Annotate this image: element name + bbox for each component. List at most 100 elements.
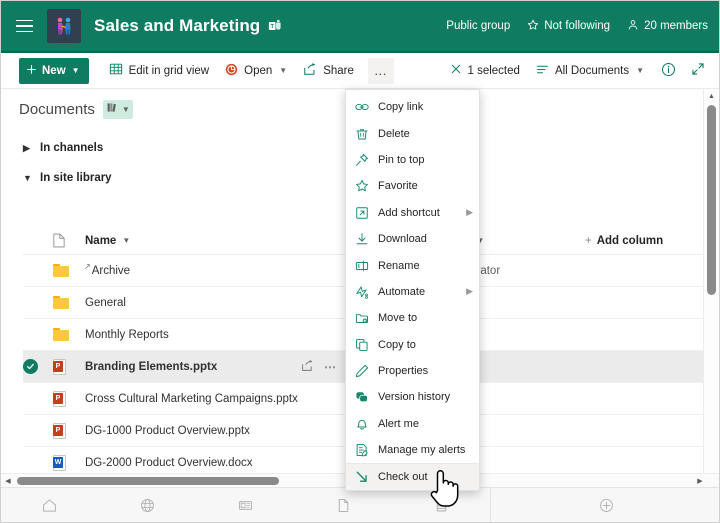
row-file-icon: P [53,359,85,375]
row-name-cell[interactable]: General [85,297,347,309]
site-header: Sales and Marketing T Public group Not f… [1,1,720,51]
version-history-icon [355,390,372,404]
context-menu-item-move-to[interactable]: Move to [346,305,479,331]
page-icon[interactable] [323,490,363,520]
chevron-right-icon: ▶ [23,143,31,154]
bottom-nav-primary-group [1,490,490,520]
add-column-button[interactable]: + Add column [585,235,663,247]
row-checkbox-checked[interactable] [23,359,53,374]
horizontal-scrollbar-thumb[interactable] [17,477,279,485]
context-menu-item-label: Pin to top [378,154,424,166]
context-menu-item-automate[interactable]: Automate ▶ [346,279,479,305]
svg-text:T: T [271,24,275,30]
vertical-scrollbar[interactable]: ▲ ▼ [703,89,718,489]
rename-icon [355,259,372,273]
edit-in-grid-view-label: Edit in grid view [129,65,210,77]
library-switcher-button[interactable]: ▼ [103,100,133,119]
library-books-icon [106,101,119,119]
context-menu-item-label: Properties [378,365,428,377]
column-header-modified-by[interactable]: y ▼ [465,235,585,247]
scroll-left-arrow-icon[interactable]: ◀ [1,474,15,488]
powerpoint-file-icon: P [53,423,66,439]
row-name-label: DG-1000 Product Overview.pptx [85,425,250,437]
automate-flow-icon [355,285,372,299]
context-menu-item-add-shortcut[interactable]: Add shortcut ▶ [346,200,479,226]
row-name-label: Archive [92,265,130,277]
row-name-cell[interactable]: Cross Cultural Marketing Campaigns.pptx [85,393,347,405]
context-menu-item-alert-me[interactable]: Alert me [346,411,479,437]
members-label: 20 members [644,20,708,32]
context-menu-item-label: Rename [378,260,420,272]
row-name-cell[interactable]: Branding Elements.pptx ⋯ [85,359,347,375]
add-column-label: Add column [597,235,663,247]
column-header-file-type[interactable] [53,233,85,248]
group-privacy-label: Public group [446,20,510,32]
site-logo-icon[interactable] [47,9,81,43]
share-icon[interactable] [301,359,314,375]
add-circle-icon[interactable] [586,490,626,520]
row-file-icon: P [53,391,85,407]
members-button[interactable]: 20 members [627,19,708,34]
news-icon[interactable] [225,490,265,520]
copy-icon [355,338,372,352]
context-menu-item-copy-link[interactable]: Copy link [346,94,479,120]
move-to-folder-icon [355,311,372,325]
check-out-arrow-icon [355,470,372,484]
column-header-name-label: Name [85,235,116,247]
selection-count-label: 1 selected [468,65,520,77]
expand-view-button[interactable] [685,57,711,85]
context-menu-item-favorite[interactable]: Favorite [346,173,479,199]
scroll-up-arrow-icon[interactable]: ▲ [704,89,719,103]
context-menu-item-pin-to-top[interactable]: Pin to top [346,147,479,173]
view-selector-button[interactable]: All Documents ▼ [528,57,652,85]
list-icon[interactable] [421,490,461,520]
edit-in-grid-view-button[interactable]: Edit in grid view [101,57,218,85]
row-name-label: DG-2000 Product Overview.docx [85,457,252,469]
globe-icon[interactable] [128,490,168,520]
tree-item-label: In site library [40,172,112,184]
vertical-scrollbar-thumb[interactable] [707,105,716,295]
column-header-name[interactable]: Name ▼ [85,235,347,247]
follow-label: Not following [544,20,610,32]
home-icon[interactable] [30,490,70,520]
open-button[interactable]: Open ▼ [217,57,295,85]
context-menu-item-download[interactable]: Download [346,226,479,252]
context-menu-item-version-history[interactable]: Version history [346,384,479,410]
link-icon [355,100,372,114]
context-menu-item-manage-my-alerts[interactable]: Manage my alerts [346,437,479,463]
row-modified-by-cell: n [465,425,585,437]
follow-button[interactable]: Not following [527,19,610,34]
row-file-icon: W [53,455,85,471]
command-bar: New ▼ Edit in grid view Open ▼ [1,53,720,89]
details-info-button[interactable] [652,57,685,85]
row-name-cell[interactable]: ↗ Archive [85,265,347,277]
context-menu-item-label: Manage my alerts [378,444,465,456]
more-ellipsis-icon[interactable]: ⋯ [324,360,337,374]
hamburger-menu-icon[interactable] [5,1,43,51]
chevron-down-icon: ▼ [279,66,287,75]
new-button-label: New [42,65,66,77]
microsoft-teams-icon: T [268,19,282,33]
row-name-cell[interactable]: DG-2000 Product Overview.docx [85,457,347,469]
context-menu-item-label: Check out [378,471,428,483]
row-name-cell[interactable]: Monthly Reports [85,329,347,341]
row-name-cell[interactable]: DG-1000 Product Overview.pptx [85,425,347,437]
expand-diagonal-icon [691,62,705,79]
context-menu-item-delete[interactable]: Delete [346,120,479,146]
context-menu-item-rename[interactable]: Rename [346,252,479,278]
row-modified-by-cell: pp [465,297,585,309]
powerpoint-icon [225,63,238,79]
share-button[interactable]: Share [295,57,362,85]
scroll-right-arrow-icon[interactable]: ▶ [693,474,707,488]
context-menu-item-copy-to[interactable]: Copy to [346,332,479,358]
context-menu-item-check-out[interactable]: Check out [346,463,479,489]
download-icon [355,232,372,246]
tree-item-label: In channels [40,142,103,154]
selection-count-button[interactable]: 1 selected [442,57,528,85]
page-title[interactable]: Documents [19,101,95,118]
new-button[interactable]: New ▼ [19,58,89,84]
file-context-menu: Copy link Delete Pin to top [345,89,480,491]
more-commands-button[interactable]: … [368,58,394,84]
more-ellipsis-icon: … [374,63,388,78]
context-menu-item-properties[interactable]: Properties [346,358,479,384]
